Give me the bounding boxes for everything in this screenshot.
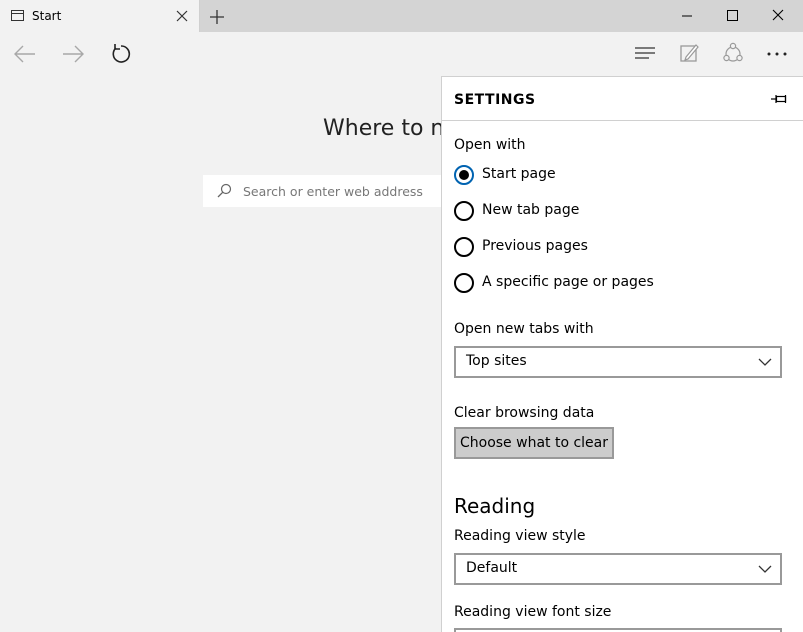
tab-start[interactable]: Start xyxy=(0,0,200,32)
clear-data-label: Clear browsing data xyxy=(454,405,595,421)
search-input[interactable] xyxy=(243,175,453,207)
radio-start-page[interactable]: Start page xyxy=(454,164,784,186)
search-icon xyxy=(216,183,232,199)
hub-button[interactable] xyxy=(630,40,660,68)
close-window-button[interactable] xyxy=(756,0,802,32)
start-page-heading: Where to n xyxy=(323,116,445,141)
chevron-down-icon xyxy=(758,357,772,367)
close-icon xyxy=(772,9,784,21)
reading-style-select[interactable]: Default xyxy=(454,553,782,585)
close-tab-button[interactable] xyxy=(176,10,188,22)
share-button[interactable] xyxy=(718,40,748,68)
title-bar: Start xyxy=(0,0,803,32)
reading-heading: Reading xyxy=(454,494,536,518)
settings-header: SETTINGS xyxy=(442,77,803,121)
radio-button[interactable] xyxy=(454,237,474,257)
refresh-button[interactable] xyxy=(106,40,136,68)
radio-label: New tab page xyxy=(482,202,580,218)
radio-previous-pages[interactable]: Previous pages xyxy=(454,236,784,258)
minimize-button[interactable] xyxy=(664,0,710,32)
new-tabs-select[interactable]: Top sites xyxy=(454,346,782,378)
open-with-label: Open with xyxy=(454,137,526,153)
more-button[interactable] xyxy=(762,40,792,68)
back-icon xyxy=(14,45,35,63)
new-tab-button[interactable] xyxy=(208,8,226,26)
note-icon xyxy=(680,44,699,62)
select-value: Default xyxy=(466,560,518,576)
more-icon xyxy=(767,52,787,56)
radio-button[interactable] xyxy=(454,165,474,185)
radio-button[interactable] xyxy=(454,201,474,221)
hub-icon xyxy=(635,47,655,59)
reading-font-size-label: Reading view font size xyxy=(454,604,612,620)
select-value: Top sites xyxy=(466,353,527,369)
forward-button[interactable] xyxy=(58,40,88,68)
share-icon xyxy=(723,42,743,62)
page-icon xyxy=(11,10,24,21)
radio-label: Previous pages xyxy=(482,238,588,254)
plus-icon xyxy=(210,10,224,24)
tab-title: Start xyxy=(32,9,62,23)
close-icon xyxy=(176,10,188,22)
radio-new-tab-page[interactable]: New tab page xyxy=(454,200,784,222)
radio-specific-pages[interactable]: A specific page or pages xyxy=(454,272,784,294)
radio-label: Start page xyxy=(482,166,556,182)
maximize-icon xyxy=(727,10,738,21)
settings-title: SETTINGS xyxy=(454,92,536,108)
reading-style-label: Reading view style xyxy=(454,528,586,544)
reading-font-size-select[interactable] xyxy=(454,628,782,632)
maximize-button[interactable] xyxy=(710,0,756,32)
pin-button[interactable] xyxy=(770,92,788,106)
choose-what-to-clear-button[interactable]: Choose what to clear xyxy=(454,427,614,459)
radio-button[interactable] xyxy=(454,273,474,293)
search-box[interactable] xyxy=(203,175,463,207)
settings-panel: SETTINGS Open with Start page New tab pa… xyxy=(441,76,803,632)
new-tabs-label: Open new tabs with xyxy=(454,321,594,337)
back-button[interactable] xyxy=(10,40,40,68)
minimize-icon xyxy=(682,15,692,17)
web-note-button[interactable] xyxy=(674,40,704,68)
forward-icon xyxy=(63,45,84,63)
chevron-down-icon xyxy=(758,564,772,574)
nav-bar xyxy=(0,32,803,76)
radio-label: A specific page or pages xyxy=(482,274,654,290)
refresh-icon xyxy=(112,44,131,63)
pin-icon xyxy=(771,95,787,103)
